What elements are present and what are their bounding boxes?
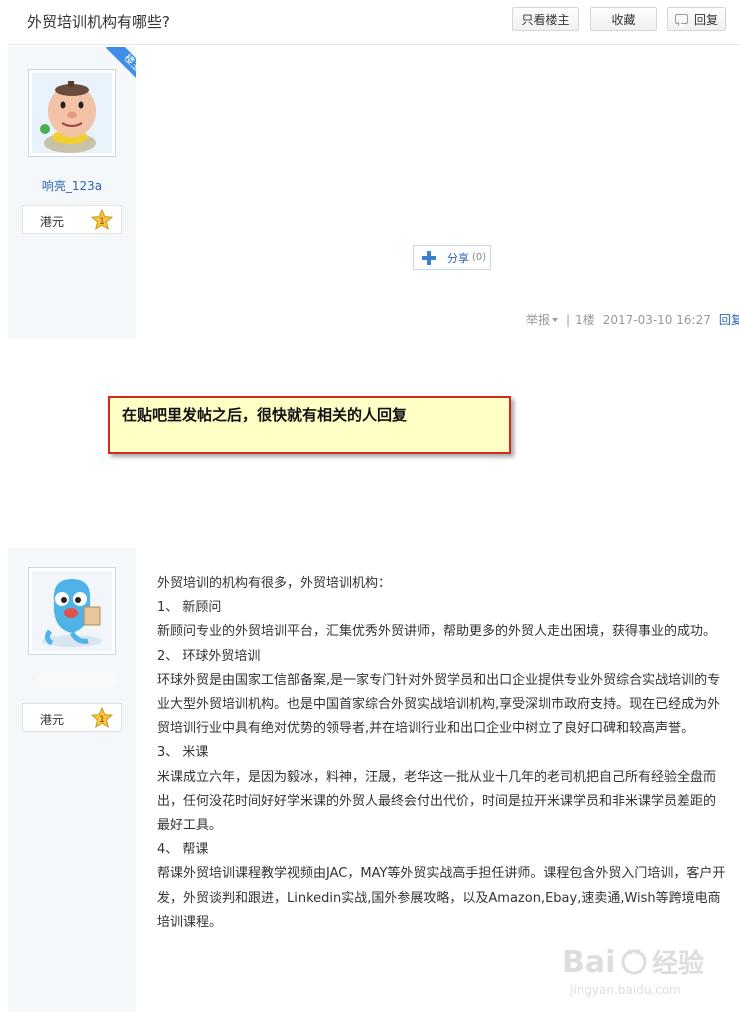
paragraph: 帮课外贸培训课程教学视频由JAC，MAY等外贸实战高手担任讲师。课程包含外贸入门… xyxy=(157,866,726,930)
annotation-callout: 在贴吧里发帖之后，很快就有相关的人回复 xyxy=(108,396,511,454)
paragraph: 2、 环球外贸培训 xyxy=(157,648,261,664)
avatar[interactable] xyxy=(28,69,116,157)
post2-content: 外贸培训的机构有很多，外贸培训机构： 1、 新顾问 新顾问专业的外贸培训平台，汇… xyxy=(157,572,727,935)
svg-text:Bai: Bai xyxy=(562,945,615,980)
username-link[interactable] xyxy=(38,672,116,686)
paragraph: 环球外贸是由国家工信部备案,是一家专门针对外贸学员和出口企业提供专业外贸综合实战… xyxy=(157,672,721,737)
plus-icon xyxy=(421,250,437,266)
user-level-badge[interactable]: 港元 1 xyxy=(22,703,122,732)
floor-number: 1楼 xyxy=(575,313,595,327)
only-op-button[interactable]: 只看楼主 xyxy=(512,7,579,31)
thread-title: 外贸培训机构有哪些? xyxy=(27,13,170,31)
paragraph: 新顾问专业的外贸培训平台，汇集优秀外贸讲师，帮助更多的外贸人走出困境，获得事业的… xyxy=(157,624,717,640)
favorite-button[interactable]: 收藏 xyxy=(590,7,657,31)
svg-text:经验: 经验 xyxy=(652,948,704,979)
avatar[interactable] xyxy=(28,567,116,655)
reply-link[interactable]: 回复 xyxy=(719,311,739,328)
paragraph: 1、 新顾问 xyxy=(157,600,222,616)
svg-text:1: 1 xyxy=(99,217,105,227)
post-timestamp: 2017-03-10 16:27 xyxy=(602,312,711,327)
paragraph: 3、 米课 xyxy=(157,745,209,761)
share-count: (0) xyxy=(472,252,487,263)
avatar-image xyxy=(32,571,112,651)
svg-text:1: 1 xyxy=(99,715,105,725)
level-star-icon: 1 xyxy=(90,208,114,235)
paragraph: 米课成立六年，是因为毅冰，料神，汪晟，老华这一批从业十几年的老司机把自己所有经验… xyxy=(157,769,717,834)
level-star-icon: 1 xyxy=(90,706,114,733)
baidu-jingyan-watermark: Bai 经验 jingyan.baidu.com xyxy=(560,940,732,1000)
post1-meta: 举报 | 1楼 2017-03-10 16:27 回复 xyxy=(526,311,739,328)
comment-icon xyxy=(674,14,688,24)
reply-button[interactable]: 回复 xyxy=(667,7,726,31)
paragraph: 外贸培训的机构有很多，外贸培训机构： xyxy=(157,576,392,591)
avatar-image xyxy=(32,73,112,153)
caret-down-icon[interactable] xyxy=(552,317,559,322)
username-link[interactable]: 响亮_123a xyxy=(8,177,136,194)
report-link[interactable]: 举报 xyxy=(526,311,550,328)
svg-text:jingyan.baidu.com: jingyan.baidu.com xyxy=(569,983,681,997)
user-level-badge[interactable]: 港元 1 xyxy=(22,205,122,234)
share-button[interactable]: 分享 (0) xyxy=(413,245,491,270)
paragraph: 4、 帮课 xyxy=(157,842,209,858)
